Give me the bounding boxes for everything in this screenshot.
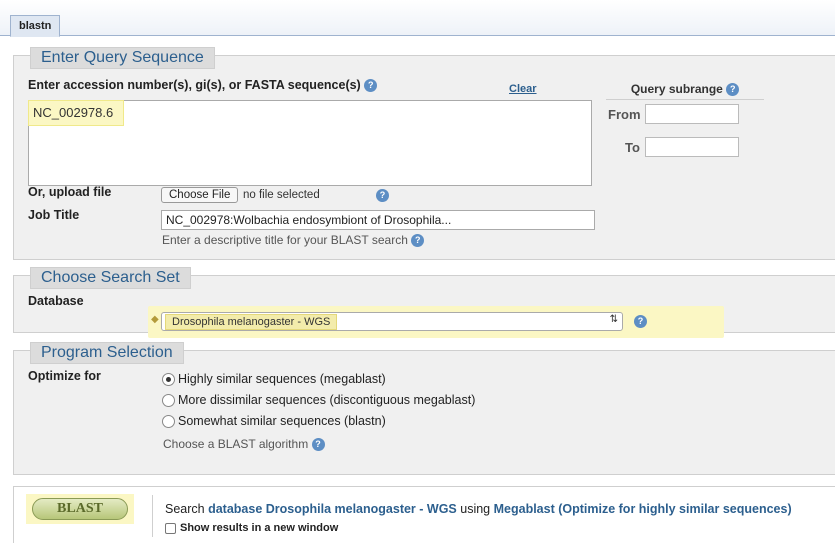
new-window-option[interactable]: Show results in a new window: [165, 522, 338, 534]
from-label: From: [608, 107, 641, 122]
submit-area: BLAST Search database Drosophila melanog…: [13, 486, 835, 543]
blast-button[interactable]: BLAST: [32, 498, 128, 520]
program-legend: Program Selection: [30, 342, 184, 364]
to-label: To: [625, 140, 640, 155]
tab-blastn[interactable]: blastn: [10, 15, 61, 37]
new-window-label: Show results in a new window: [180, 522, 339, 534]
query-label: Enter accession number(s), gi(s), or FAS…: [28, 78, 378, 93]
query-subrange-title: Query subrange ?: [606, 82, 764, 100]
blast-highlight: BLAST: [26, 494, 134, 524]
clear-link[interactable]: Clear: [509, 83, 537, 95]
no-file-text: no file selected: [243, 189, 320, 201]
database-select[interactable]: Drosophila melanogaster - WGS ⇅: [161, 312, 623, 331]
program-phrase: Megablast (Optimize for highly similar s…: [493, 502, 792, 516]
select-arrows-icon: ⇅: [609, 314, 618, 325]
help-icon[interactable]: ?: [311, 438, 325, 452]
help-icon[interactable]: ?: [364, 79, 378, 93]
query-legend: Enter Query Sequence: [30, 47, 215, 69]
search-set-panel: Choose Search Set Database ◆ Drosophila …: [13, 267, 835, 338]
upload-label: Or, upload file: [28, 185, 112, 199]
sequence-value: NC_002978.6: [33, 105, 114, 120]
tab-bar: blastn: [0, 0, 835, 37]
database-phrase: database Drosophila melanogaster - WGS: [208, 502, 457, 516]
database-label: Database: [28, 294, 84, 308]
database-highlight: ◆ Drosophila melanogaster - WGS ⇅ ?: [148, 306, 724, 338]
sequence-textarea[interactable]: NC_002978.6: [28, 100, 592, 186]
help-icon[interactable]: ?: [726, 83, 740, 97]
radio-blastn[interactable]: [162, 415, 175, 429]
database-value: Drosophila melanogaster - WGS: [165, 314, 338, 330]
to-input[interactable]: [645, 137, 739, 157]
search-word: Search: [165, 502, 205, 516]
from-input[interactable]: [645, 104, 739, 124]
radio-dc-megablast[interactable]: [162, 394, 175, 408]
option-blastn[interactable]: Somewhat similar sequences (blastn): [162, 414, 386, 432]
job-title-input[interactable]: NC_002978:Wolbachia endosymbiont of Dros…: [161, 210, 595, 230]
choose-file-button[interactable]: Choose File: [161, 187, 239, 203]
search-summary: Search database Drosophila melanogaster …: [165, 502, 792, 516]
help-icon[interactable]: ?: [634, 315, 647, 328]
algorithm-hint: Choose a BLAST algorithm ?: [163, 437, 325, 452]
query-subrange-text: Query subrange: [630, 82, 723, 96]
job-title-label: Job Title: [28, 208, 80, 222]
query-label-text: Enter accession number(s), gi(s), or FAS…: [28, 78, 361, 92]
using-word: using: [460, 502, 491, 516]
divider: [152, 495, 153, 537]
job-title-hint: Enter a descriptive title for your BLAST…: [162, 233, 425, 248]
query-panel: Enter Query Sequence Enter accession num…: [13, 47, 835, 260]
job-title-hint-text: Enter a descriptive title for your BLAST…: [162, 233, 408, 247]
search-set-legend: Choose Search Set: [30, 267, 191, 289]
option-blastn-label: Somewhat similar sequences (blastn): [178, 414, 386, 428]
diamond-icon: ◆: [151, 314, 159, 325]
radio-megablast[interactable]: [162, 373, 175, 387]
optimize-label: Optimize for: [28, 369, 101, 383]
program-panel: Program Selection Optimize for Highly si…: [13, 342, 835, 475]
algorithm-hint-text: Choose a BLAST algorithm: [163, 437, 309, 451]
help-icon[interactable]: ?: [376, 189, 389, 202]
option-megablast-label: Highly similar sequences (megablast): [178, 372, 386, 386]
option-dc-megablast[interactable]: More dissimilar sequences (discontiguous…: [162, 393, 475, 411]
help-icon[interactable]: ?: [411, 234, 425, 248]
option-megablast[interactable]: Highly similar sequences (megablast): [162, 372, 386, 390]
option-dc-megablast-label: More dissimilar sequences (discontiguous…: [178, 393, 476, 407]
new-window-checkbox[interactable]: [165, 522, 176, 534]
